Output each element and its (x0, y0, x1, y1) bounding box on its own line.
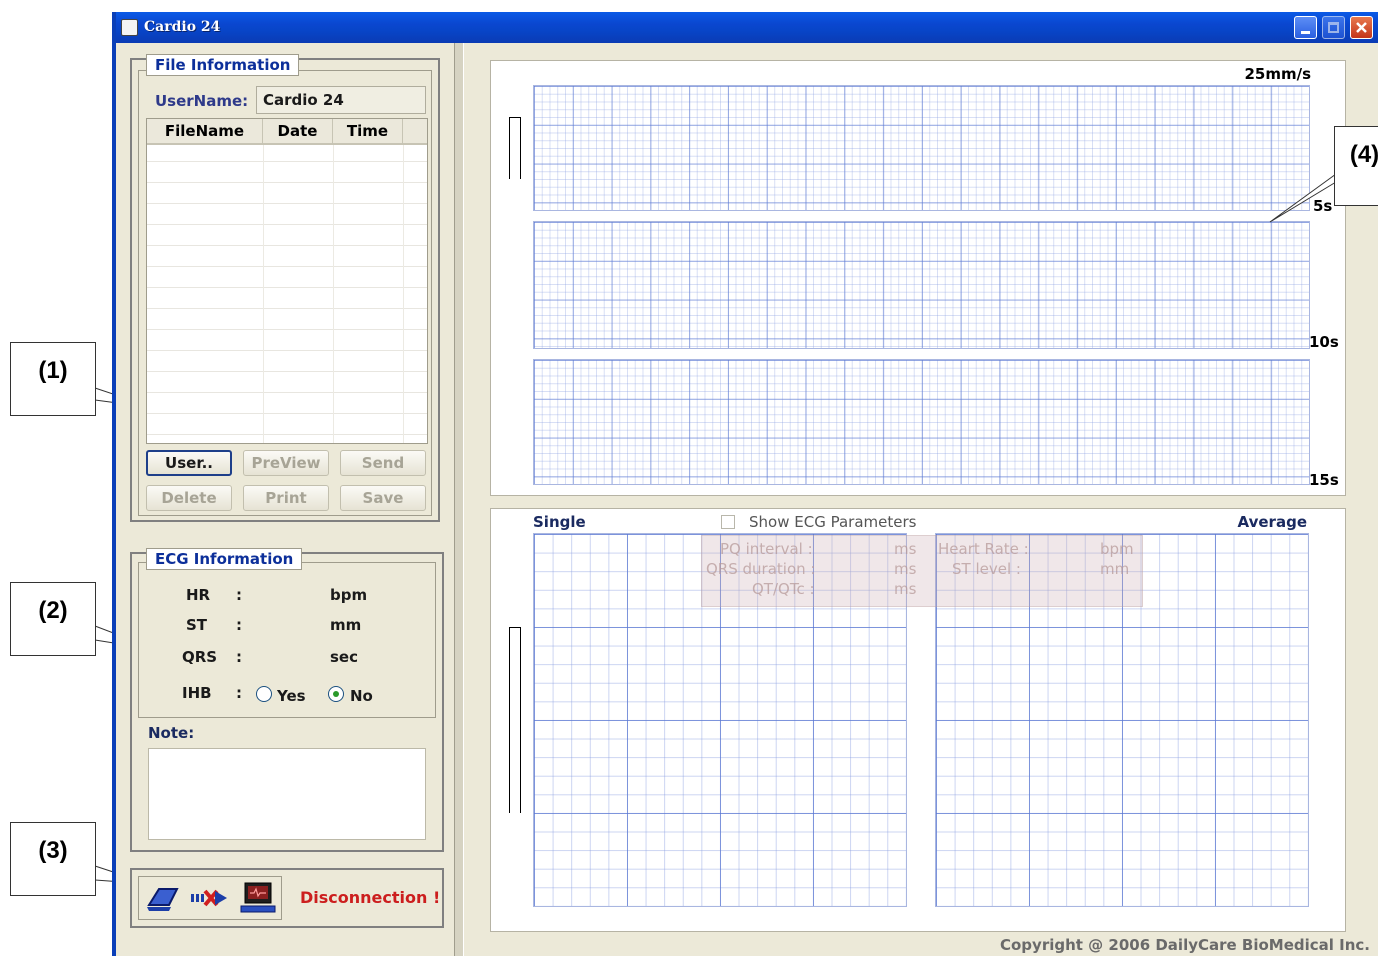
calibration-pulse-large (509, 627, 521, 813)
minimize-icon (1301, 31, 1310, 34)
username-label: UserName: (155, 92, 249, 110)
ecg-strip-row-3[interactable] (533, 359, 1310, 485)
callout-2: (2) (10, 582, 96, 656)
callout-1: (1) (10, 342, 96, 416)
delete-button[interactable]: Delete (146, 485, 232, 511)
file-list-header: FileName Date Time (147, 119, 427, 145)
preview-button[interactable]: PreView (243, 450, 329, 476)
note-label: Note: (148, 724, 195, 742)
qrs-sep: : (236, 648, 242, 666)
param-qt: QT/QTc : (752, 580, 815, 598)
time-mark-15s: 15s (1309, 471, 1339, 489)
param-hr: Heart Rate : (938, 540, 1029, 558)
show-params-label[interactable]: Show ECG Parameters (749, 513, 916, 531)
param-pq-unit: ms (894, 540, 917, 558)
param-pq: PQ interval : (720, 540, 813, 558)
ecg-device-icon (147, 888, 179, 911)
ecg-params-overlay: PQ interval : ms QRS duration : ms QT/QT… (701, 535, 1143, 607)
user-button[interactable]: User.. (146, 450, 232, 476)
app-window: Cardio 24 File Information UserName: Car… (112, 12, 1378, 956)
callout-4: (4) (1334, 126, 1378, 206)
time-mark-10s: 10s (1309, 333, 1339, 351)
ihb-no-radio[interactable] (328, 686, 344, 702)
close-icon (1356, 22, 1367, 33)
qrs-label: QRS (182, 648, 218, 666)
hr-unit: bpm (330, 586, 368, 604)
ecg-info-panel: ECG Information HR : bpm ST : mm QRS : s… (130, 548, 444, 852)
average-label: Average (1237, 513, 1307, 531)
username-value: Cardio 24 (263, 91, 344, 109)
callout-3: (3) (10, 822, 96, 896)
hr-sep: : (236, 586, 242, 604)
hr-label: HR (186, 586, 211, 604)
computer-icon (240, 882, 276, 913)
copyright: Copyright @ 2006 DailyCare BioMedical In… (999, 936, 1370, 954)
connection-status: Disconnection ! (300, 888, 441, 907)
minimize-button[interactable] (1294, 16, 1317, 39)
radio-dot (333, 691, 339, 697)
save-button[interactable]: Save (340, 485, 426, 511)
file-info-title: File Information (146, 54, 300, 76)
ihb-yes-label[interactable]: Yes (277, 687, 306, 705)
single-average-panel: Single Show ECG Parameters Average PQ in… (490, 508, 1346, 932)
st-sep: : (236, 616, 242, 634)
st-label: ST (186, 616, 208, 634)
col-divider (263, 145, 264, 443)
ecg-strip-row-1[interactable] (533, 85, 1310, 211)
qrs-unit: sec (330, 648, 358, 666)
single-label: Single (533, 513, 586, 531)
show-params-checkbox[interactable] (721, 515, 735, 529)
col-filename[interactable]: FileName (147, 119, 263, 143)
send-button[interactable]: Send (340, 450, 426, 476)
param-qrs: QRS duration : (706, 560, 816, 578)
col-divider (333, 145, 334, 443)
file-info-panel: File Information UserName: Cardio 24 Fil… (130, 54, 440, 522)
window-title: Cardio 24 (144, 19, 221, 35)
disconnect-icon (191, 889, 227, 907)
maximize-icon (1328, 22, 1339, 33)
splitter[interactable] (454, 43, 464, 956)
col-divider (403, 145, 404, 443)
param-qrs-unit: ms (894, 560, 917, 578)
st-unit: mm (330, 616, 362, 634)
param-st-unit: mm (1100, 560, 1130, 578)
ecg-strip-row-2[interactable] (533, 221, 1310, 349)
ihb-yes-radio[interactable] (256, 686, 272, 702)
speed-label: 25mm/s (1244, 65, 1311, 83)
file-list[interactable]: FileName Date Time (146, 118, 428, 444)
print-button[interactable]: Print (243, 485, 329, 511)
grid-gap (909, 609, 933, 909)
title-bar[interactable]: Cardio 24 (116, 12, 1378, 43)
ecg-info-title: ECG Information (146, 548, 303, 570)
ihb-sep: : (236, 684, 242, 702)
ihb-no-label[interactable]: No (350, 687, 373, 705)
note-textarea[interactable] (148, 748, 426, 840)
ihb-label: IHB (182, 684, 212, 702)
connection-panel: Disconnection ! (130, 868, 444, 928)
close-button[interactable] (1350, 16, 1373, 39)
param-st: ST level : (952, 560, 1021, 578)
username-field[interactable]: Cardio 24 (256, 86, 426, 114)
param-hr-unit: bpm (1100, 540, 1134, 558)
ecg-strip-panel: 25mm/s 5s 10s 15s (490, 60, 1346, 496)
connection-icons (138, 876, 282, 920)
col-date[interactable]: Date (263, 119, 333, 143)
app-icon (121, 19, 138, 36)
param-qt-unit: ms (894, 580, 917, 598)
col-time[interactable]: Time (333, 119, 403, 143)
maximize-button[interactable] (1322, 16, 1345, 39)
calibration-pulse (509, 117, 521, 179)
